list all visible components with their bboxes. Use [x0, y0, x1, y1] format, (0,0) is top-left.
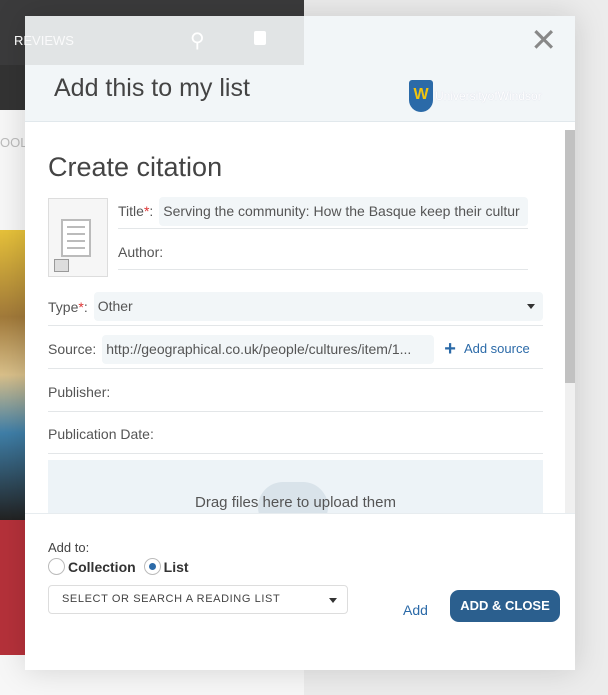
drop-zone-text: Drag files here to upload them	[195, 494, 396, 511]
add-to-list-modal: REVIEWS ⚲ ✕ Add this to my list W Univer…	[14, 16, 575, 670]
source-input[interactable]: http://geographical.co.uk/people/culture…	[102, 334, 435, 364]
form-heading: Create citation	[48, 152, 223, 182]
close-icon[interactable]: ✕	[530, 24, 557, 56]
scrollbar[interactable]	[565, 130, 575, 513]
modal-header: REVIEWS ⚲ ✕ Add this to my list W Univer…	[14, 16, 575, 122]
collection-radio[interactable]	[48, 558, 65, 575]
chevron-down-icon	[329, 598, 337, 607]
university-logo: W UniversityofWindsor	[409, 80, 542, 112]
scrollbar-thumb[interactable]	[565, 130, 575, 383]
nav-reviews-overlay: REVIEWS	[14, 33, 74, 48]
type-row: Type*: Other	[48, 288, 543, 326]
plus-icon: +	[444, 337, 456, 360]
type-select[interactable]: Other	[93, 292, 543, 321]
magazine-cover	[0, 230, 26, 520]
citation-form: Create citation Title*: Serving the comm…	[25, 122, 575, 513]
title-input[interactable]: Serving the community: How the Basque ke…	[159, 196, 528, 226]
publisher-input[interactable]	[116, 378, 543, 407]
thumbnail[interactable]	[48, 198, 108, 277]
add-and-close-button[interactable]: ADD & CLOSE	[450, 590, 560, 622]
image-icon	[54, 259, 69, 272]
add-to-options: Collection List	[48, 558, 189, 575]
reading-list-select[interactable]: SELECT OR SEARCH A READING LIST	[48, 585, 348, 614]
file-drop-zone[interactable]: Drag files here to upload them	[48, 460, 543, 513]
add-button[interactable]: Add	[403, 602, 428, 618]
modal-title: Add this to my list	[54, 74, 250, 102]
shield-icon: W	[409, 80, 433, 112]
chevron-down-icon	[527, 304, 535, 313]
author-row: Author:	[118, 235, 528, 270]
author-input[interactable]	[169, 238, 528, 267]
publisher-row: Publisher:	[48, 373, 543, 412]
list-radio[interactable]	[143, 558, 161, 575]
search-icon: ⚲	[190, 30, 205, 52]
publication-date-input[interactable]	[160, 420, 543, 449]
title-row: Title*: Serving the community: How the B…	[118, 194, 528, 229]
lock-icon	[254, 31, 266, 45]
add-to-label: Add to:	[48, 540, 90, 555]
add-source-button[interactable]: + Add source	[444, 338, 529, 361]
magazine-cover-bottom	[0, 520, 26, 655]
publication-date-row: Publication Date:	[48, 415, 543, 454]
modal-footer: Add to: Collection List SELECT OR SEARCH…	[25, 513, 575, 670]
source-row: Source: http://geographical.co.uk/people…	[48, 330, 543, 369]
document-icon	[61, 219, 91, 257]
